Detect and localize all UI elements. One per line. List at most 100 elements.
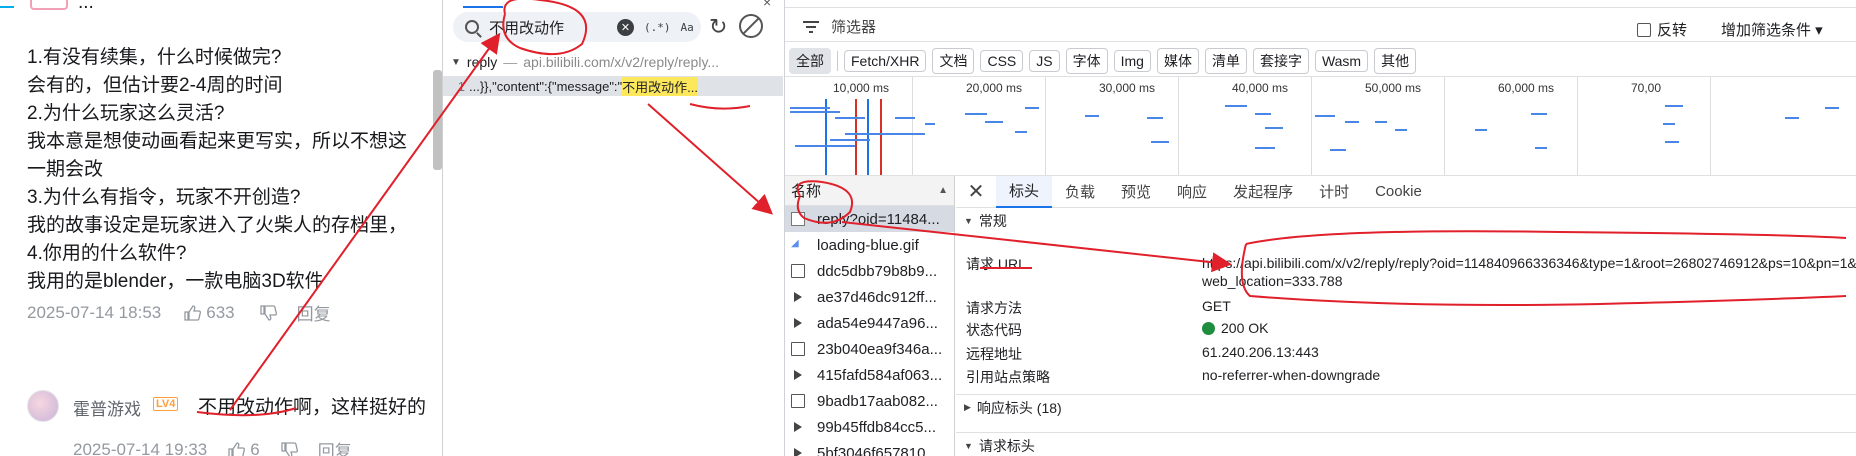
request-row[interactable]: ada54e9447a96... [785,310,954,336]
request-method-value: GET [1202,298,1231,314]
status-code-value: 200 OK [1202,320,1268,336]
dislike-button[interactable] [280,441,298,456]
timeline-request-bar [1535,147,1547,149]
more-filters-dropdown[interactable]: 增加筛选条件 ▾ [1721,19,1823,40]
like-button[interactable]: 6 [227,439,260,456]
cancel-search-icon[interactable] [739,14,763,38]
tab-headers[interactable]: 标头 [996,175,1053,208]
expand-triangle-icon: ▶ [964,402,971,412]
referrer-policy-label: 引用站点策略 [966,369,1050,385]
response-headers-header[interactable]: ▶ 响应标头 (18) [956,394,1856,420]
timeline-request-bar [1265,127,1283,129]
script-icon [794,448,802,456]
timeline-request-bar [925,123,935,125]
tab-response[interactable]: 响应 [1164,176,1220,208]
like-button[interactable]: 633 [183,302,235,323]
type-filter-doc[interactable]: 文档 [932,48,975,74]
timeline-request-bar [1345,121,1359,123]
tab-preview[interactable]: 预览 [1108,176,1164,208]
timeline-request-bar [830,139,870,141]
like-count: 633 [206,302,235,322]
timeline-request-bar [1015,131,1027,133]
comment-pane: ... 1.有没有续集，什么时候做完? 会有的，但估计要2-4周的时间 2.为什… [0,0,442,456]
regex-toggle[interactable]: (.*) [644,21,671,34]
remote-address-value: 61.240.206.13:443 [1202,344,1319,360]
type-filter-socket[interactable]: 套接字 [1252,48,1309,74]
tab-payload[interactable]: 负载 [1052,176,1108,208]
type-filter-manifest[interactable]: 清单 [1204,48,1247,74]
request-name: 99b45ffdb84cc5... [817,418,936,436]
tick-line [912,77,913,175]
type-filter-css[interactable]: CSS [980,50,1024,72]
remote-address-label: 远程地址 [966,346,1022,362]
expand-triangle-icon[interactable]: ▼ [451,57,461,70]
tick-label: 40,000 ms [1232,81,1289,95]
reply-username[interactable]: 霍普游戏 [73,395,141,420]
type-filter-media[interactable]: 媒体 [1156,48,1199,74]
request-row[interactable]: 9badb17aab082... [785,388,954,414]
invert-checkbox[interactable] [1637,22,1651,37]
like-count: 6 [250,439,260,456]
match-case-toggle[interactable]: Aa [681,21,694,34]
request-headers-title: 请求标头 [978,437,1035,454]
names-column-header[interactable]: 名称 ▲ [785,176,954,206]
request-name: ae37d46dc912ff... [817,288,937,306]
comment-scrollbar[interactable] [433,70,442,170]
request-url-value[interactable]: https://api.bilibili.com/x/v2/reply/repl… [1202,254,1856,290]
general-section-header[interactable]: ▼ 常规 [956,208,1856,234]
type-filter-img[interactable]: Img [1113,50,1151,72]
type-filter-font[interactable]: 字体 [1065,48,1108,74]
refresh-icon[interactable]: ↻ [709,14,733,39]
search-input[interactable] [489,18,613,36]
script-icon [794,422,802,432]
comment-line: 我的故事设定是玩家进入了火柴人的存档里， [27,215,408,236]
sort-up-icon[interactable]: ▲ [938,185,948,196]
avatar[interactable] [27,390,59,422]
request-name: 5bf3046f657810... [817,444,938,456]
invert-toggle[interactable]: 反转 [1637,19,1687,40]
reply-button[interactable]: 回复 [318,437,352,456]
comment-line: 我本意是想使动画看起来更写实，所以不想这 [27,131,408,152]
request-row[interactable]: 99b45ffdb84cc5... [785,414,954,440]
comment-line: 4.你用的什么软件? [27,243,187,264]
timeline-request-bar [1025,107,1039,109]
reply-button[interactable]: 回复 [297,300,331,325]
request-headers-header[interactable]: ▼ 请求标头 [956,432,1856,456]
search-result-group[interactable]: ▼ reply — api.bilibili.com/x/v2/reply/re… [451,54,781,70]
timeline-request-bar [1085,115,1099,117]
reply-date: 2025-07-14 19:33 [73,439,208,456]
tab-cookies[interactable]: Cookie [1362,176,1435,208]
request-row[interactable]: ddc5dbb79b8b9... [785,258,954,284]
close-icon[interactable]: × [763,0,771,10]
request-row[interactable]: ◢ loading-blue.gif [785,232,954,258]
request-row[interactable]: reply?oid=11484... [785,206,954,232]
request-name: 23b040ea9f346a... [817,340,943,358]
request-row[interactable]: 23b040ea9f346a... [785,336,954,362]
close-icon[interactable]: ✕ [956,179,996,204]
filter-input[interactable]: 筛选器 [831,16,876,37]
timeline-request-bar [1825,107,1839,109]
clear-search-button[interactable]: ✕ [617,18,634,36]
tick-label: 60,000 ms [1498,81,1555,95]
request-name: reply?oid=11484... [817,210,940,228]
type-filter-other[interactable]: 其他 [1374,48,1417,74]
filter-icon [803,20,819,33]
type-filter-wasm[interactable]: Wasm [1314,50,1369,72]
request-method-label: 请求方法 [966,300,1022,316]
request-row[interactable]: 415fafd584af063... [785,362,954,388]
type-filter-fetch[interactable]: Fetch/XHR [844,50,927,72]
tab-initiator[interactable]: 发起程序 [1220,176,1306,208]
tab-search[interactable] [463,0,503,8]
request-name: 9badb17aab082... [817,392,938,410]
request-row[interactable]: ae37d46dc912ff... [785,284,954,310]
type-filter-js[interactable]: JS [1029,50,1060,72]
thumbs-up-icon [184,304,202,321]
tab-timing[interactable]: 计时 [1306,176,1362,208]
request-row[interactable]: 5bf3046f657810... [785,440,954,456]
result-match: 不用改动作... [622,76,699,96]
dislike-button[interactable] [259,304,277,322]
network-timeline[interactable]: 10,000 ms 20,000 ms 30,000 ms 40,000 ms … [785,76,1856,176]
type-filter-all[interactable]: 全部 [789,48,831,74]
image-icon [791,342,805,356]
search-result-line[interactable]: 1 ...}},"content":{"message":" 不用改动作... [443,76,783,96]
